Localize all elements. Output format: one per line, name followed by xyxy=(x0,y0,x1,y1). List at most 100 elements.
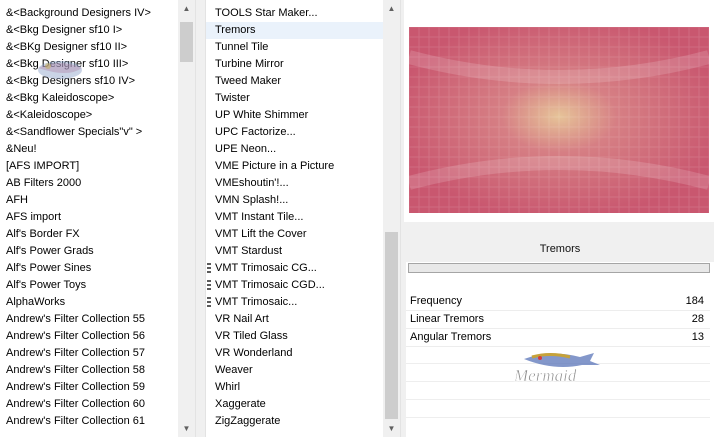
category-scroll-thumb[interactable] xyxy=(180,22,193,62)
filter-item[interactable]: UP White Shimmer xyxy=(206,107,384,124)
preview-panel xyxy=(404,0,714,222)
filter-item-label: Weaver xyxy=(215,364,253,376)
filter-item-label: Tunnel Tile xyxy=(215,41,269,53)
drag-grip-icon[interactable] xyxy=(207,297,211,308)
category-item[interactable]: [AFS IMPORT] xyxy=(0,158,178,175)
scroll-up-arrow-icon[interactable]: ▲ xyxy=(383,0,400,17)
category-item[interactable]: &Neu! xyxy=(0,141,178,158)
filter-item-label: UPC Factorize... xyxy=(215,126,296,138)
filter-item-label: Tremors xyxy=(215,24,256,36)
filter-item[interactable]: Tremors xyxy=(206,22,384,39)
category-item[interactable]: &<Kaleidoscope> xyxy=(0,107,178,124)
category-item[interactable]: Andrew's Filter Collection 55 xyxy=(0,311,178,328)
property-label: Linear Tremors xyxy=(410,313,484,325)
scroll-down-arrow-icon[interactable]: ▼ xyxy=(383,420,400,437)
category-item[interactable]: AFH xyxy=(0,192,178,209)
filter-item-label: VMT Trimosaic... xyxy=(215,296,298,308)
category-item[interactable]: &<Bkg Designer sf10 I> xyxy=(0,22,178,39)
category-item[interactable]: Alf's Border FX xyxy=(0,226,178,243)
filter-item[interactable]: VME Picture in a Picture xyxy=(206,158,384,175)
filter-item[interactable]: VMEshoutin'!... xyxy=(206,175,384,192)
preset-bar[interactable] xyxy=(408,263,710,273)
filter-item[interactable]: VR Nail Art xyxy=(206,311,384,328)
filter-item[interactable]: UPC Factorize... xyxy=(206,124,384,141)
filter-item-label: VMT Trimosaic CGD... xyxy=(215,279,325,291)
filter-item-label: VR Wonderland xyxy=(215,347,293,359)
filter-item-label: VMT Lift the Cover xyxy=(215,228,307,240)
property-label: Frequency xyxy=(410,295,462,307)
filter-item-label: Turbine Mirror xyxy=(215,58,284,70)
filter-item-label: Twister xyxy=(215,92,250,104)
filter-item[interactable]: VR Wonderland xyxy=(206,345,384,362)
category-item[interactable]: &<Background Designers IV> xyxy=(0,5,178,22)
drag-grip-icon[interactable] xyxy=(207,263,211,274)
properties-title: Tremors xyxy=(406,236,714,262)
category-item[interactable]: &<Sandflower Specials"v" > xyxy=(0,124,178,141)
scroll-down-arrow-icon[interactable]: ▼ xyxy=(178,420,195,437)
filter-item[interactable]: VR Tiled Glass xyxy=(206,328,384,345)
filter-item[interactable]: Weaver xyxy=(206,362,384,379)
empty-row xyxy=(406,399,710,400)
filter-item[interactable]: Twister xyxy=(206,90,384,107)
filter-item-label: UP White Shimmer xyxy=(215,109,309,121)
category-item[interactable]: Alf's Power Toys xyxy=(0,277,178,294)
filter-scroll-thumb[interactable] xyxy=(385,232,398,419)
mermaid-watermark-left xyxy=(38,61,82,79)
property-row[interactable]: Angular Tremors 13 xyxy=(406,328,710,347)
preview-image xyxy=(409,27,709,213)
filter-item[interactable]: Tunnel Tile xyxy=(206,39,384,56)
filter-item[interactable]: Xaggerate xyxy=(206,396,384,413)
filter-item[interactable]: VMT Trimosaic... xyxy=(206,294,384,311)
filter-item-label: VME Picture in a Picture xyxy=(215,160,335,172)
filter-item-label: VR Nail Art xyxy=(215,313,269,325)
category-item[interactable]: Andrew's Filter Collection 59 xyxy=(0,379,178,396)
filter-item[interactable]: Turbine Mirror xyxy=(206,56,384,73)
category-item[interactable]: Alf's Power Sines xyxy=(0,260,178,277)
category-item[interactable]: Alf's Power Grads xyxy=(0,243,178,260)
category-item[interactable]: Andrew's Filter Collection 61 xyxy=(0,413,178,430)
property-value[interactable]: 28 xyxy=(692,310,704,328)
property-row[interactable]: Frequency 184 xyxy=(406,292,710,311)
mermaid-watermark: Mermaid xyxy=(513,353,600,385)
filter-item[interactable]: VMT Lift the Cover xyxy=(206,226,384,243)
filter-item-label: VMEshoutin'!... xyxy=(215,177,289,189)
drag-grip-icon[interactable] xyxy=(207,280,211,291)
filter-item[interactable]: Whirl xyxy=(206,379,384,396)
filter-scrollbar[interactable]: ▲ ▼ xyxy=(383,0,400,437)
category-item[interactable]: AlphaWorks xyxy=(0,294,178,311)
scroll-up-arrow-icon[interactable]: ▲ xyxy=(178,0,195,17)
filter-item-label: VMT Stardust xyxy=(215,245,283,257)
filter-item-label: Xaggerate xyxy=(215,398,266,410)
filter-item[interactable]: VMT Instant Tile... xyxy=(206,209,384,226)
category-item[interactable]: AFS import xyxy=(0,209,178,226)
filter-item-label: Whirl xyxy=(215,381,241,393)
filter-list[interactable]: TOOLS Star Maker... Tremors Tunnel Tile Tur… xyxy=(205,0,401,437)
property-value[interactable]: 13 xyxy=(692,328,704,346)
filter-item[interactable]: VMT Trimosaic CG... xyxy=(206,260,384,277)
watermark-text: Mermaid xyxy=(513,366,577,385)
filter-item-label: VMT Trimosaic CG... xyxy=(215,262,317,274)
category-item[interactable]: Andrew's Filter Collection 60 xyxy=(0,396,178,413)
properties-panel: Tremors Frequency 184 Linear Tremors 28 Angu… xyxy=(406,236,714,437)
category-item[interactable]: Andrew's Filter Collection 58 xyxy=(0,362,178,379)
category-scrollbar[interactable]: ▲ ▼ xyxy=(178,0,195,437)
filter-item-label: VMN Splash!... xyxy=(215,194,289,206)
property-value[interactable]: 184 xyxy=(686,292,704,310)
category-list[interactable]: &<Background Designers IV> &<Bkg Designer… xyxy=(0,0,196,437)
property-row[interactable]: Linear Tremors 28 xyxy=(406,310,710,329)
category-item[interactable]: AB Filters 2000 xyxy=(0,175,178,192)
filter-item[interactable]: UPE Neon... xyxy=(206,141,384,158)
filter-item[interactable]: TOOLS Star Maker... xyxy=(206,5,384,22)
filter-item[interactable]: ZigZaggerate xyxy=(206,413,384,430)
category-item[interactable]: Andrew's Filter Collection 56 xyxy=(0,328,178,345)
filter-item[interactable]: VMT Trimosaic CGD... xyxy=(206,277,384,294)
property-label: Angular Tremors xyxy=(410,331,492,343)
category-item[interactable]: &<Bkg Kaleidoscope> xyxy=(0,90,178,107)
filter-item-label: Tweed Maker xyxy=(215,75,282,87)
filter-item[interactable]: VMN Splash!... xyxy=(206,192,384,209)
empty-row xyxy=(406,417,710,418)
filter-item[interactable]: VMT Stardust xyxy=(206,243,384,260)
filter-item-label: UPE Neon... xyxy=(215,143,277,155)
filter-item[interactable]: Tweed Maker xyxy=(206,73,384,90)
category-item[interactable]: Andrew's Filter Collection 57 xyxy=(0,345,178,362)
